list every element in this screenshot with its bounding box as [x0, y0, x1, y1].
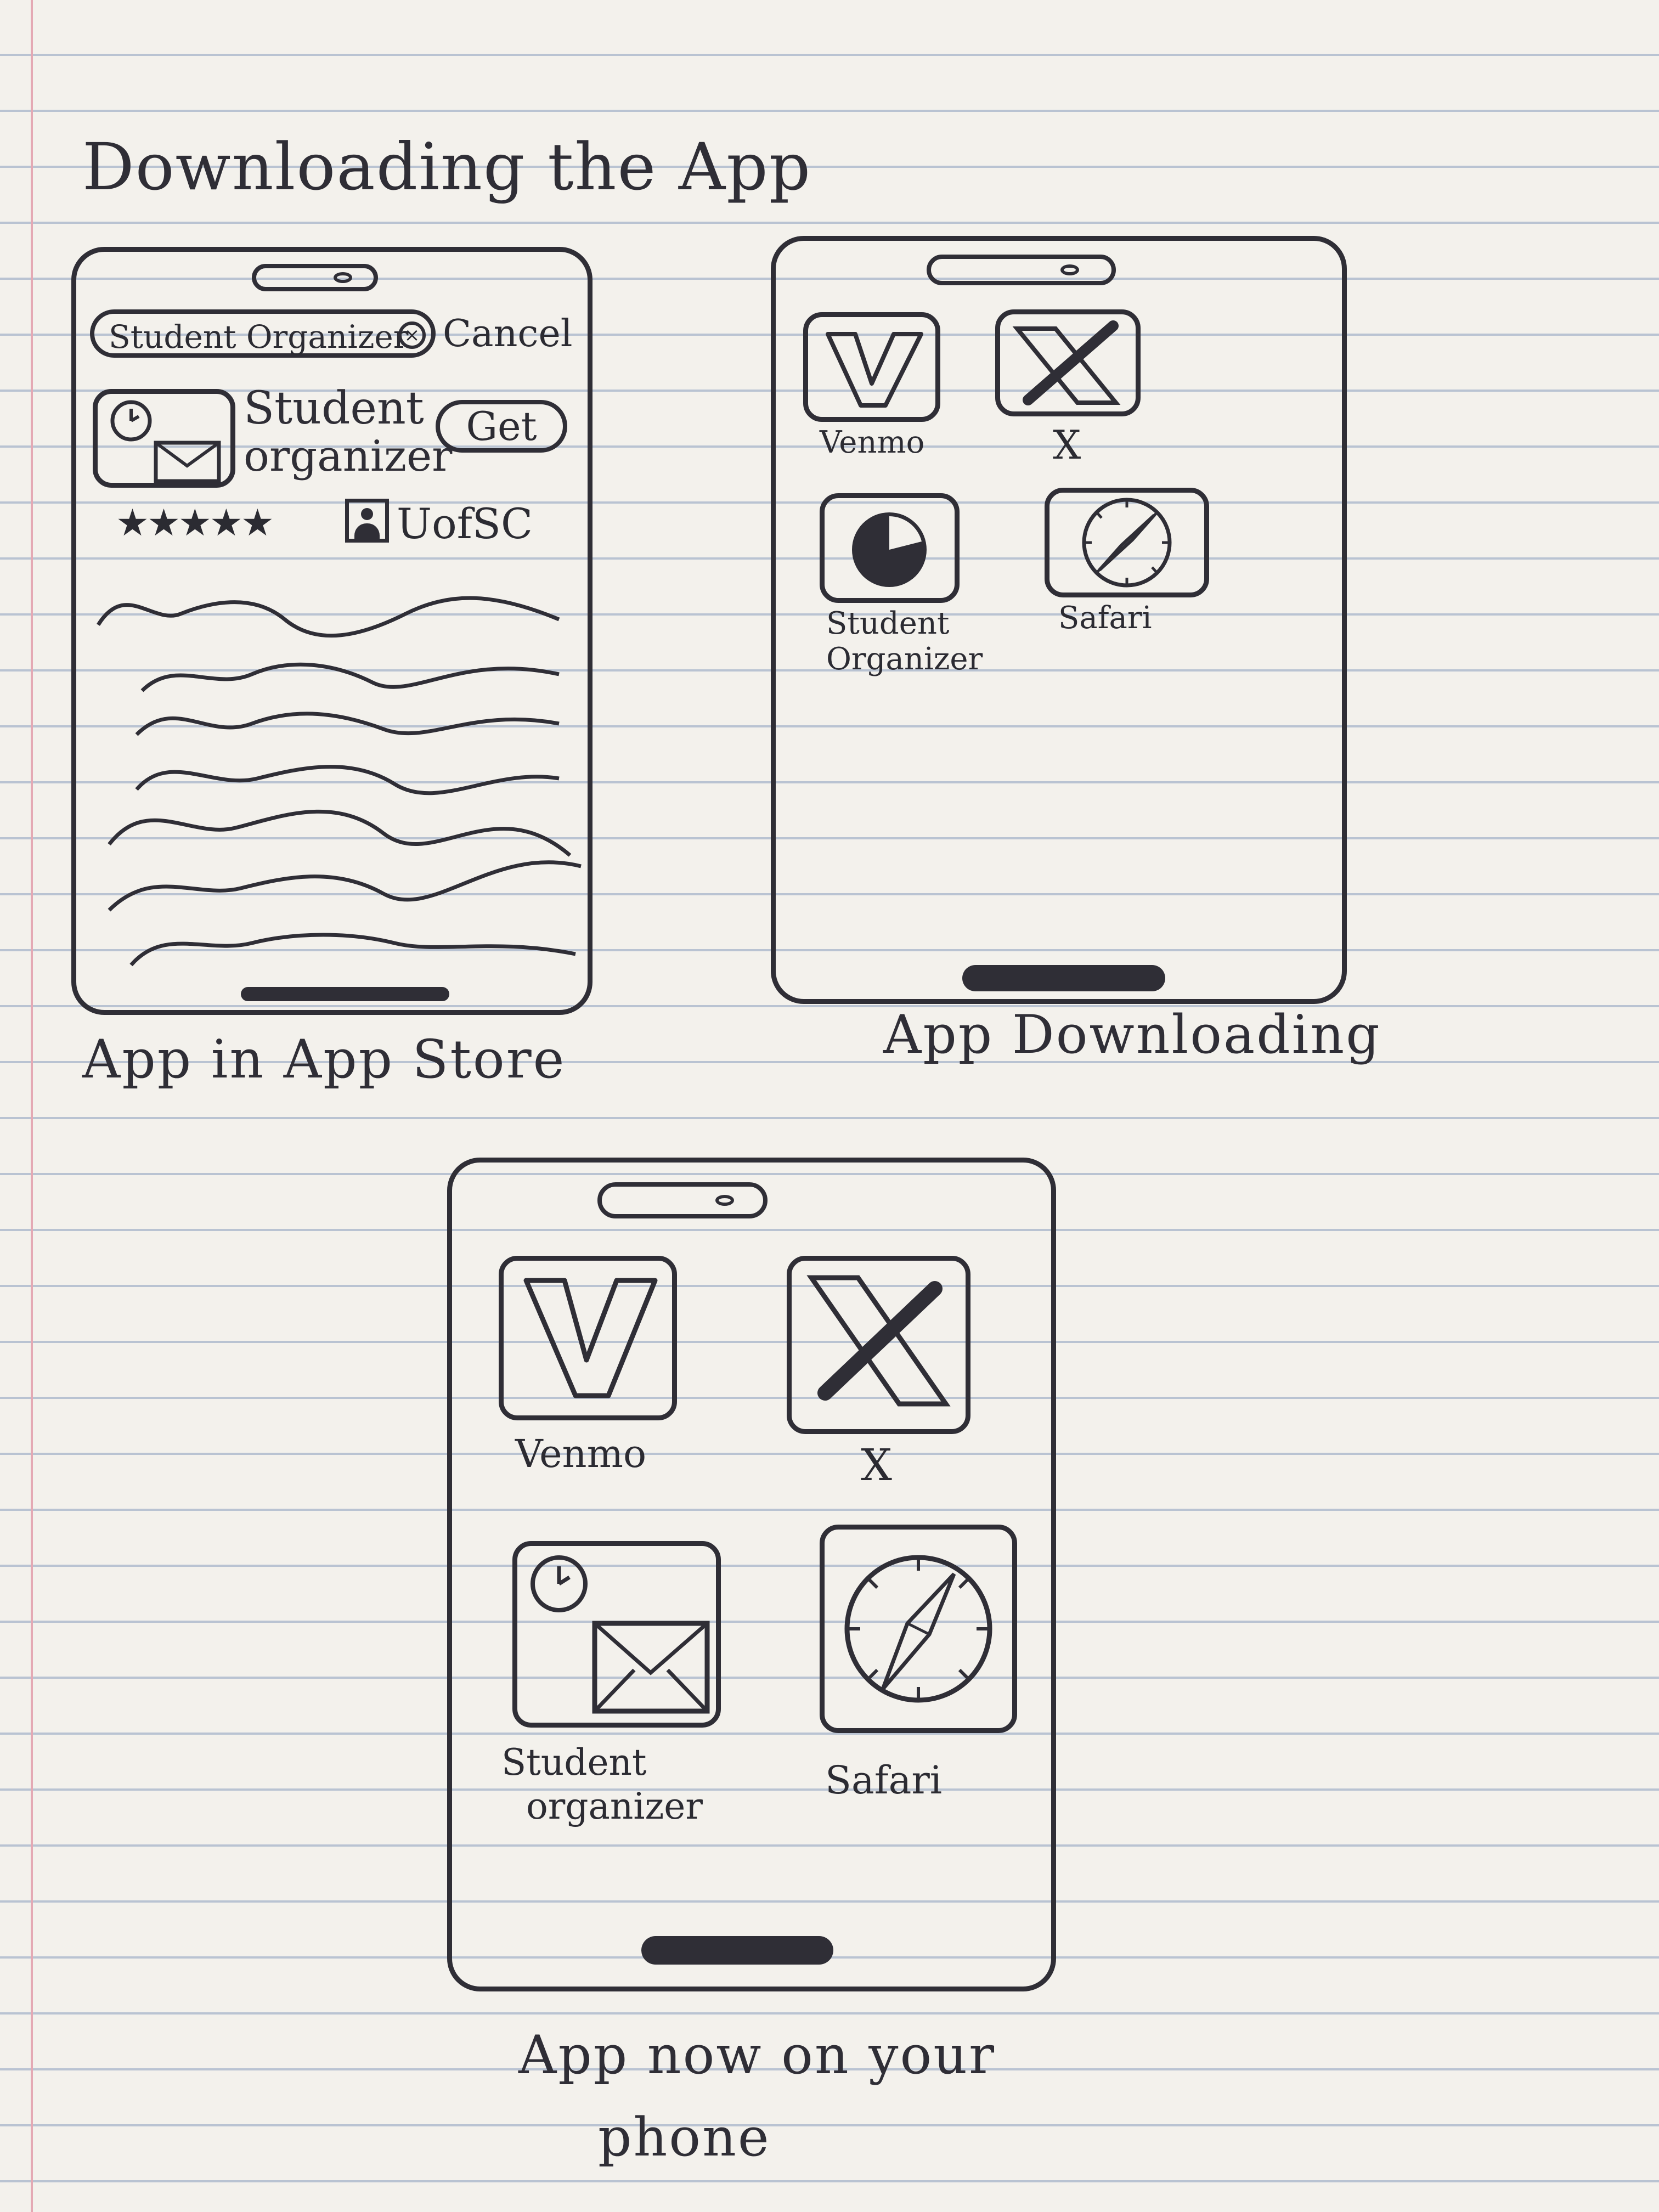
venmo-app-icon[interactable] — [803, 312, 940, 422]
safari-label: Safari — [1058, 600, 1152, 636]
developer-name: UofSC — [345, 499, 533, 548]
download-progress-icon — [852, 512, 927, 587]
x-icon — [1012, 320, 1121, 405]
x-label: X — [861, 1440, 892, 1491]
phone-app-downloading: Venmo X Student Organizer Safari — [771, 236, 1347, 1004]
clear-search-icon[interactable]: × — [398, 321, 426, 349]
caption-app-downloading: App Downloading — [883, 1004, 1381, 1065]
x-app-icon[interactable] — [787, 1256, 970, 1434]
clock-envelope-icon — [110, 400, 221, 483]
venmo-label: Venmo — [820, 425, 925, 460]
home-indicator — [641, 1936, 833, 1965]
student-organizer-app-icon[interactable] — [93, 389, 235, 488]
safari-app-icon[interactable] — [820, 1525, 1017, 1733]
app-name-line2: organizer — [244, 432, 453, 481]
x-app-icon[interactable] — [995, 309, 1141, 416]
cancel-button[interactable]: Cancel — [443, 312, 572, 356]
venmo-label: Venmo — [515, 1431, 647, 1476]
rating-stars: ★★★★★ — [116, 501, 274, 545]
developer-avatar-icon — [345, 499, 389, 543]
safari-label: Safari — [825, 1758, 943, 1803]
venmo-icon — [826, 332, 923, 408]
page-title: Downloading the App — [82, 129, 812, 205]
phone-notch — [927, 255, 1116, 285]
caption-app-installed-line2: phone — [598, 2107, 771, 2168]
description-scribbles — [97, 596, 582, 967]
clock-envelope-icon — [531, 1555, 710, 1714]
phone-app-installed: Venmo X Student organizer Safari — [447, 1158, 1056, 1991]
venmo-app-icon[interactable] — [499, 1256, 677, 1420]
compass-icon — [844, 1555, 992, 1703]
student-organizer-label-line1: Student — [501, 1741, 647, 1784]
search-input-value: Student Organizer — [109, 318, 409, 356]
caption-app-store: App in App Store — [82, 1029, 566, 1090]
search-input[interactable]: Student Organizer × — [90, 309, 436, 358]
student-organizer-downloading-app-icon[interactable] — [820, 493, 960, 603]
x-label: X — [1053, 422, 1081, 468]
caption-app-installed-line1: App now on your — [518, 2024, 996, 2086]
student-organizer-label-line2: Organizer — [826, 641, 983, 677]
home-indicator — [241, 987, 449, 1001]
phone-notch — [597, 1182, 768, 1218]
x-icon — [806, 1275, 951, 1407]
student-organizer-label-line1: Student — [826, 606, 950, 641]
safari-app-icon[interactable] — [1045, 488, 1209, 597]
venmo-icon — [523, 1278, 658, 1398]
home-indicator — [962, 965, 1165, 991]
developer-label: UofSC — [397, 499, 533, 548]
get-button[interactable]: Get — [436, 400, 567, 453]
app-name-line1: Student — [244, 382, 424, 435]
phone-notch — [252, 264, 378, 291]
student-organizer-app-icon[interactable] — [512, 1541, 721, 1728]
compass-icon — [1082, 498, 1172, 588]
phone-app-store: Student Organizer × Cancel Student organ… — [71, 247, 592, 1015]
student-organizer-label-line2: organizer — [526, 1785, 703, 1827]
